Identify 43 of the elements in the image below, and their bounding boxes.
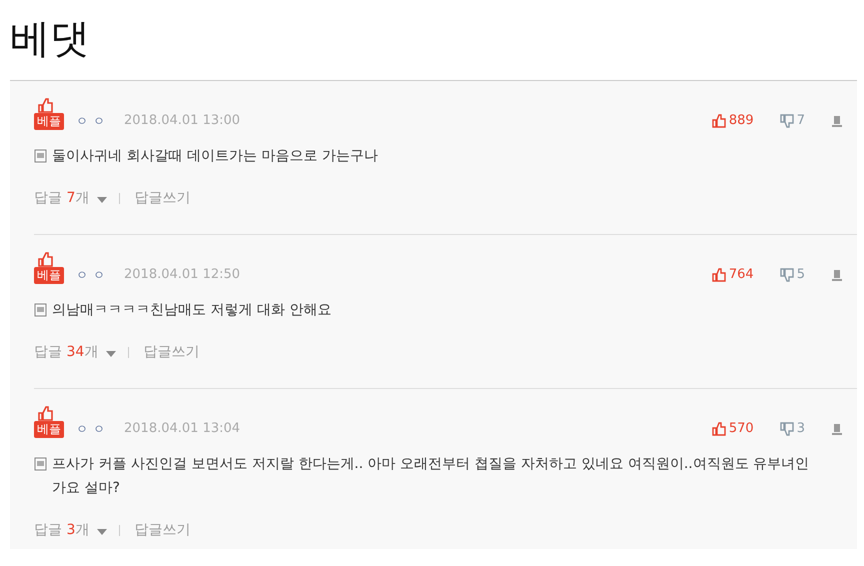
username: ㅇㅇ bbox=[76, 421, 110, 438]
thumbs-down-icon bbox=[780, 114, 794, 128]
comment-date: 2018.04.01 13:00 bbox=[124, 112, 240, 130]
username: ㅇㅇ bbox=[76, 267, 110, 284]
best-badge: 베플 bbox=[34, 421, 64, 438]
thumbs-up-icon bbox=[37, 252, 54, 267]
caret-icon[interactable] bbox=[97, 528, 108, 534]
caret-icon[interactable] bbox=[97, 196, 108, 202]
memo-icon bbox=[34, 149, 47, 163]
username: ㅇㅇ bbox=[76, 113, 110, 130]
comment-text: 둘이사귀네 회사갈때 데이트가는 마음으로 가는구나 bbox=[52, 147, 378, 166]
report-icon[interactable] bbox=[831, 423, 843, 435]
thumbs-up-icon bbox=[37, 406, 54, 421]
page-title: 베댓 bbox=[10, 15, 91, 64]
write-reply-link[interactable]: 답글쓰기 bbox=[134, 189, 190, 207]
thumbs-up-icon bbox=[37, 98, 54, 113]
replies-toggle[interactable]: 답글 3개 bbox=[34, 521, 90, 539]
replies-toggle[interactable]: 답글 34개 bbox=[34, 343, 98, 361]
thumbs-up-icon bbox=[712, 422, 726, 436]
caret-icon[interactable] bbox=[106, 350, 116, 356]
thumbs-up-icon bbox=[712, 268, 726, 282]
memo-icon bbox=[34, 457, 47, 471]
comment-date: 2018.04.01 12:50 bbox=[124, 266, 240, 284]
dislike-button[interactable]: 5 bbox=[780, 266, 805, 284]
memo-icon bbox=[34, 303, 47, 317]
thumbs-down-icon bbox=[780, 268, 794, 282]
best-badge: 베플 bbox=[34, 267, 64, 284]
like-button[interactable]: 889 bbox=[712, 112, 754, 130]
best-badge: 베플 bbox=[34, 113, 64, 130]
report-icon[interactable] bbox=[831, 115, 843, 127]
replies-toggle[interactable]: 답글 7개 bbox=[34, 189, 90, 207]
report-icon[interactable] bbox=[831, 269, 843, 281]
like-button[interactable]: 570 bbox=[712, 420, 754, 438]
write-reply-link[interactable]: 답글쓰기 bbox=[143, 343, 200, 361]
dislike-button[interactable]: 7 bbox=[780, 112, 805, 130]
like-button[interactable]: 764 bbox=[712, 266, 754, 284]
dislike-button[interactable]: 3 bbox=[780, 420, 805, 438]
comment-text: 의남매ㅋㅋㅋㅋ친남매도 저렇게 대화 안해요 bbox=[52, 301, 332, 320]
thumbs-up-icon bbox=[712, 114, 726, 128]
write-reply-link[interactable]: 답글쓰기 bbox=[134, 521, 190, 539]
thumbs-down-icon bbox=[780, 422, 794, 436]
comment-date: 2018.04.01 13:04 bbox=[124, 420, 240, 438]
comment-text: 프사가 커플 사진인걸 보면서도 저지랄 한다는게.. 아마 오래전부터 쳡질을 자처하고 있네요 여직원이..여직원도 유부녀인가요 설마? bbox=[52, 455, 810, 498]
